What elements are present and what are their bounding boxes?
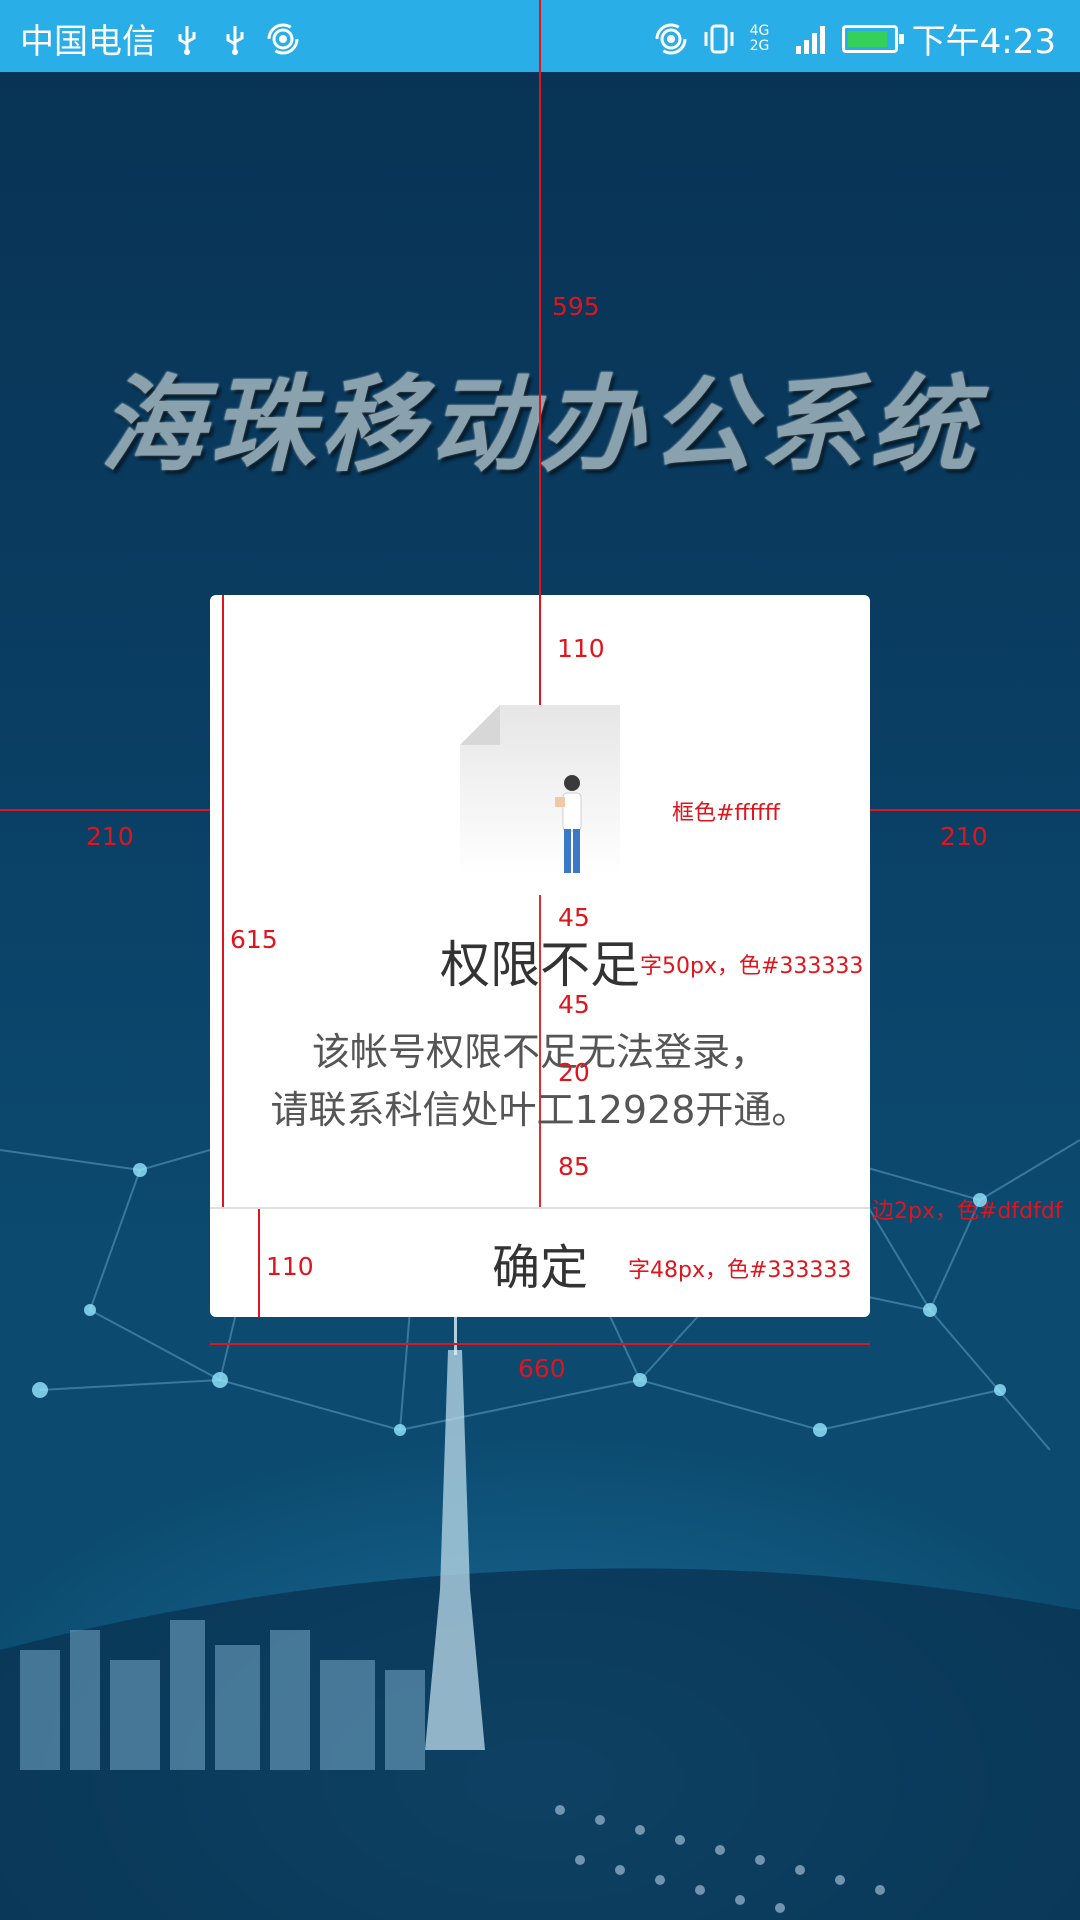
network-type-label: 4G 2G (749, 22, 770, 54)
hotspot-icon (267, 23, 299, 54)
anno-dialog-width: 660 (518, 1354, 566, 1383)
no-permission-illustration (460, 705, 620, 875)
guide-dialog-center (539, 595, 541, 705)
anno-inner-top: 110 (557, 634, 605, 663)
dialog-message-line-1: 该帐号权限不足无法登录， (311, 1030, 768, 1074)
signal-icon (795, 25, 825, 54)
anno-button-height: 110 (266, 1252, 314, 1281)
usb-icon (178, 25, 196, 55)
anno-side-right: 210 (940, 822, 988, 851)
anno-line-gap: 20 (558, 1058, 590, 1087)
guide-horizontal-left (0, 809, 210, 811)
anno-top-offset: 595 (552, 292, 600, 321)
carrier-label: 中国电信 (20, 22, 156, 62)
guide-width (210, 1343, 870, 1345)
anno-gap-icon-title: 45 (558, 903, 590, 932)
anno-button-spec: 字48px，色#333333 (628, 1258, 852, 1283)
anno-gap-bottom: 85 (558, 1152, 590, 1181)
usb-icon (226, 25, 244, 55)
guide-horizontal-right (870, 809, 1080, 811)
anno-gap-title-msg: 45 (558, 990, 590, 1019)
anno-frame-color: 框色#ffffff (672, 801, 780, 826)
clock-label: 下午4:23 (911, 22, 1056, 62)
battery-icon (841, 24, 904, 53)
vibrate-icon (704, 24, 734, 53)
anno-side-left: 210 (86, 822, 134, 851)
dialog-message: 该帐号权限不足无法登录， 请联系科信处叶工12928开通。 (210, 1023, 870, 1139)
hotspot-icon (655, 23, 687, 54)
guide-vertical-top (539, 0, 541, 595)
anno-title-spec: 字50px，色#333333 (640, 954, 864, 979)
anno-dialog-height: 615 (230, 925, 278, 954)
dialog-message-line-2: 请联系科信处叶工12928开通。 (270, 1088, 810, 1132)
anno-divider-spec: 边2px，色#dfdfdf (872, 1199, 1063, 1224)
